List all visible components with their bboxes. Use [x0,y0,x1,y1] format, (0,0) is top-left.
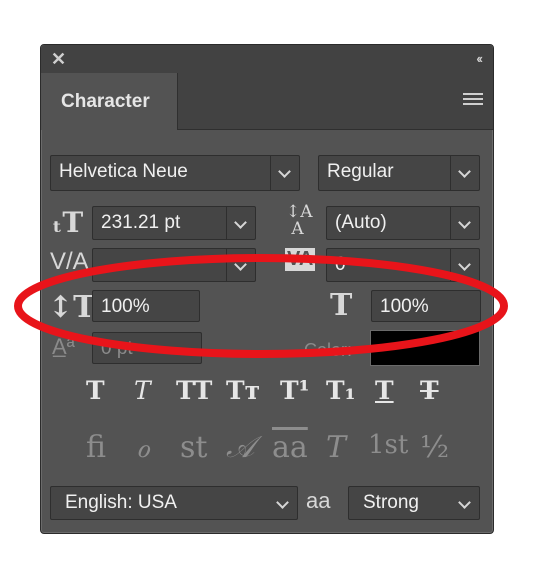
chevron-down-icon[interactable] [269,487,297,519]
kerning-icon: V/A [50,248,89,275]
leading-value: (Auto) [335,212,387,233]
leading-input[interactable]: (Auto) [326,206,480,240]
standard-ligatures-button[interactable]: ﬁ [86,430,106,465]
double-chevron-left-icon[interactable]: ‹‹ [476,51,483,66]
font-style-value: Regular [327,161,394,182]
tracking-value: 0 [335,254,346,275]
chevron-down-icon[interactable] [226,207,255,239]
all-caps-button[interactable]: TT [176,376,212,405]
tab-row: Character [41,73,493,130]
tracking-input[interactable]: 0 [326,248,480,282]
chevron-down-icon[interactable] [450,207,479,239]
discretionary-ligatures-button[interactable]: st [180,430,207,465]
color-swatch[interactable] [370,330,480,366]
stylistic-alternates-button[interactable]: aa [272,430,308,465]
horizontal-scale-icon: T [330,288,353,323]
tab-label: Character [61,91,150,112]
font-size-icon: ₜT [52,206,84,239]
font-size-input[interactable]: 231.21 pt [92,206,256,240]
tracking-icon: VA [285,248,316,271]
baseline-shift-input[interactable]: 0 pt [92,332,202,364]
faux-italic-button[interactable]: T [134,376,151,405]
underline-button[interactable]: T [375,376,394,405]
panel-titlebar: ✕ ‹‹ [41,45,493,73]
hamburger-menu-icon[interactable] [463,93,483,107]
swash-button[interactable]: 𝒜 [226,430,254,465]
chevron-down-icon[interactable] [450,156,479,190]
ordinals-button[interactable]: 1st [368,430,408,460]
font-family-value: Helvetica Neue [59,161,188,182]
titling-alternates-button[interactable]: T [326,430,346,465]
leading-icon: ↕A A [286,202,313,239]
vertical-scale-input[interactable]: 100% [92,290,200,322]
close-icon[interactable]: ✕ [51,49,66,69]
tab-character[interactable]: Character [41,73,178,130]
font-size-value: 231.21 pt [101,212,181,233]
contextual-alternates-button[interactable]: ℴ [136,430,150,465]
language-select[interactable]: English: USA [50,486,298,520]
antialias-select[interactable]: Strong [348,486,480,520]
antialias-icon: aa [306,488,331,513]
chevron-down-icon[interactable] [270,156,299,190]
vertical-scale-icon: ↕T [48,290,96,325]
fractions-button[interactable]: ½ [420,430,449,465]
superscript-button[interactable]: T¹ [280,376,310,405]
faux-bold-button[interactable]: T [86,376,105,405]
subscript-button[interactable]: T₁ [326,376,356,405]
kerning-input[interactable] [92,248,256,282]
baseline-shift-value: 0 pt [101,338,133,359]
antialias-value: Strong [363,492,419,513]
chevron-down-icon[interactable] [450,249,479,281]
chevron-down-icon[interactable] [226,249,255,281]
chevron-down-icon[interactable] [451,487,479,519]
small-caps-button[interactable]: Tт [226,376,260,405]
baseline-shift-icon: A̲ª [52,334,75,359]
horizontal-scale-input[interactable]: 100% [371,290,481,322]
color-label: Color: [304,340,353,360]
language-value: English: USA [65,492,177,513]
strikethrough-button[interactable]: T [420,376,439,405]
vertical-scale-value: 100% [101,296,150,317]
font-family-select[interactable]: Helvetica Neue [50,155,300,191]
font-style-select[interactable]: Regular [318,155,480,191]
horizontal-scale-value: 100% [380,296,429,317]
